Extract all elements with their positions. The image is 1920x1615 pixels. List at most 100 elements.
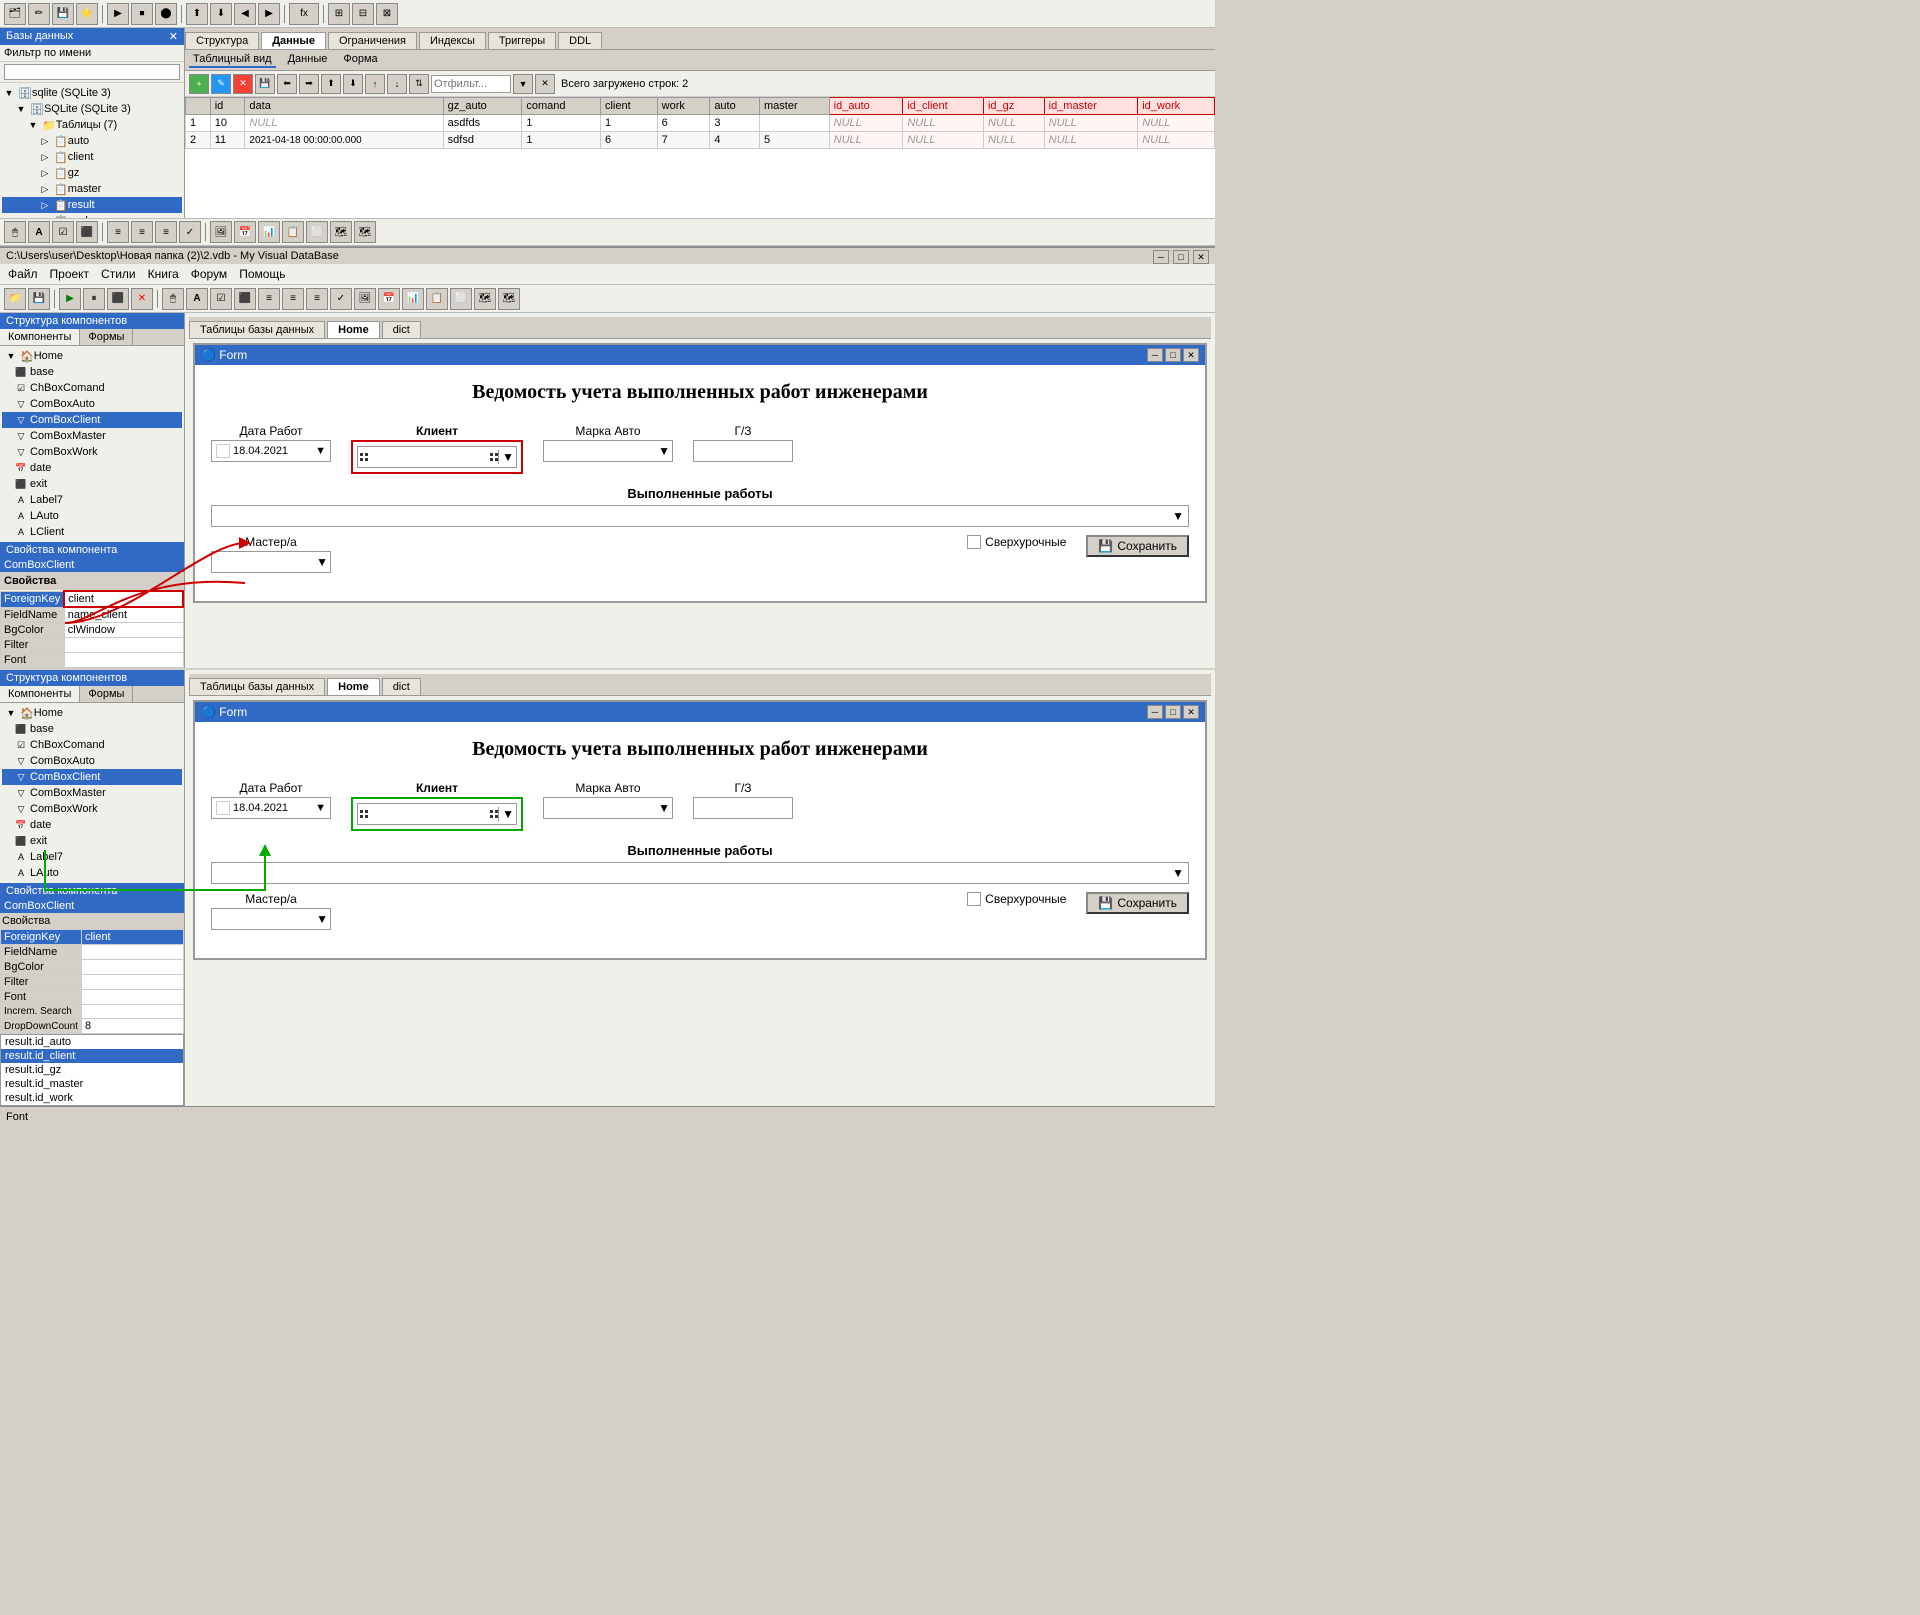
win-minimize-1[interactable]: ─ bbox=[1153, 250, 1169, 264]
btb-stop[interactable]: ⬛ bbox=[107, 288, 129, 310]
tb-btn-1[interactable]: 🗂 bbox=[4, 3, 26, 25]
comp-tree-combclient-1[interactable]: ▽ ComBoxClient bbox=[2, 412, 182, 428]
btb-map1[interactable]: 🗺 bbox=[474, 288, 496, 310]
works-combo-arrow-1[interactable]: ▼ bbox=[1172, 509, 1188, 523]
cell-work-2[interactable]: 7 bbox=[657, 132, 710, 149]
tree-client[interactable]: ▷ 📋 client bbox=[2, 149, 182, 165]
col-header-id_work[interactable]: id_work bbox=[1138, 98, 1215, 115]
btb-map2[interactable]: 🗺 bbox=[498, 288, 520, 310]
master-combo-arrow-2[interactable]: ▼ bbox=[316, 912, 328, 926]
cell-id_work-1[interactable]: NULL bbox=[1138, 115, 1215, 132]
btb-cal[interactable]: 📅 bbox=[378, 288, 400, 310]
form-tb-11[interactable]: 📋 bbox=[282, 221, 304, 243]
comp-tree-lclient-1[interactable]: A LClient bbox=[2, 524, 182, 540]
comp-tree-chbox-1[interactable]: ☑ ChBoxComand bbox=[2, 380, 182, 396]
grid-save-btn[interactable]: 💾 bbox=[255, 74, 275, 94]
tree-gz[interactable]: ▷ 📋 gz bbox=[2, 165, 182, 181]
comp-tree-combclient-2[interactable]: ▽ ComBoxClient bbox=[2, 769, 182, 785]
cell-id_gz-2[interactable]: NULL bbox=[983, 132, 1044, 149]
form-master-combo-1[interactable]: ▼ bbox=[211, 551, 331, 573]
dropdown-item-id_work[interactable]: result.id_work bbox=[1, 1091, 183, 1105]
cell-id_client-2[interactable]: NULL bbox=[903, 132, 984, 149]
prop-value-fn-2[interactable] bbox=[81, 945, 183, 960]
form-tb-12[interactable]: ⬜ bbox=[306, 221, 328, 243]
btb-check2[interactable]: ✓ bbox=[330, 288, 352, 310]
form-gz-input-2[interactable] bbox=[693, 797, 793, 819]
form-tb-1[interactable]: 🖱 bbox=[4, 221, 26, 243]
prop-value-increm-2[interactable] bbox=[81, 1005, 183, 1019]
cell-client-2[interactable]: 6 bbox=[600, 132, 657, 149]
form-min-1[interactable]: ─ bbox=[1147, 348, 1163, 362]
btb-save[interactable]: 💾 bbox=[28, 288, 50, 310]
grid-btn-d[interactable]: ⬇ bbox=[343, 74, 363, 94]
form-tb-3[interactable]: ⬛ bbox=[76, 221, 98, 243]
btb-box[interactable]: ⬜ bbox=[450, 288, 472, 310]
form-tb-9[interactable]: 📅 bbox=[234, 221, 256, 243]
dropdown-item-id_gz[interactable]: result.id_gz bbox=[1, 1063, 183, 1077]
tb-btn-grid[interactable]: ⊞ bbox=[328, 3, 350, 25]
btb-align2[interactable]: ≡ bbox=[282, 288, 304, 310]
comp-tab-forms-1[interactable]: Формы bbox=[80, 329, 133, 345]
form-max-1[interactable]: □ bbox=[1165, 348, 1181, 362]
grid-btn-sort[interactable]: ⇅ bbox=[409, 74, 429, 94]
prop-value-font-2[interactable] bbox=[81, 990, 183, 1005]
form-auto-combo-1[interactable]: ▼ bbox=[543, 440, 673, 462]
comp-tree-lauto-1[interactable]: A LAuto bbox=[2, 508, 182, 524]
comp-tree-combwork-2[interactable]: ▽ ComBoxWork bbox=[2, 801, 182, 817]
tab-indexes[interactable]: Индексы bbox=[419, 32, 486, 49]
grid-filter-btn[interactable]: ▼ bbox=[513, 74, 533, 94]
grid-add-btn[interactable]: + bbox=[189, 74, 209, 94]
tb-btn-3[interactable]: 💾 bbox=[52, 3, 74, 25]
auto-combo-arrow-1[interactable]: ▼ bbox=[658, 444, 670, 458]
grid-btn-f[interactable]: ↓ bbox=[387, 74, 407, 94]
col-header-work[interactable]: work bbox=[657, 98, 710, 115]
tab-restrictions[interactable]: Ограничения bbox=[328, 32, 417, 49]
col-header-auto[interactable]: auto bbox=[710, 98, 760, 115]
cell-id_client-1[interactable]: NULL bbox=[903, 115, 984, 132]
grid-btn-a[interactable]: ⬅ bbox=[277, 74, 297, 94]
dropdown-item-id_master[interactable]: result.id_master bbox=[1, 1077, 183, 1091]
comp-tree-exit-1[interactable]: ⬛ exit bbox=[2, 476, 182, 492]
tb-btn-12[interactable]: ⊟ bbox=[352, 3, 374, 25]
comp-tree-combauto-1[interactable]: ▽ ComBoxAuto bbox=[2, 396, 182, 412]
cell-gz_auto-1[interactable]: asdfds bbox=[443, 115, 522, 132]
cell-id_gz-1[interactable]: NULL bbox=[983, 115, 1044, 132]
comp-tree-base-1[interactable]: ⬛ base bbox=[2, 364, 182, 380]
comp-tab-components-2[interactable]: Компоненты bbox=[0, 686, 80, 702]
comp-tree-chbox-2[interactable]: ☑ ChBoxComand bbox=[2, 737, 182, 753]
form-save-btn-2[interactable]: 💾 Сохранить bbox=[1086, 892, 1189, 914]
tree-sqlite3[interactable]: ▼ 🗄 SQLite (SQLite 3) bbox=[2, 101, 182, 117]
tb-btn-8[interactable]: ⬆ bbox=[186, 3, 208, 25]
prop-value-fn-1[interactable]: name_client bbox=[64, 607, 183, 623]
tb-btn-fx[interactable]: fx bbox=[289, 3, 319, 25]
cell-id_master-2[interactable]: NULL bbox=[1044, 132, 1138, 149]
comp-tree-date-1[interactable]: 📅 date bbox=[2, 460, 182, 476]
col-header-gz_auto[interactable]: gz_auto bbox=[443, 98, 522, 115]
btb-img[interactable]: 🖼 bbox=[354, 288, 376, 310]
grid-filter-clear[interactable]: ✕ bbox=[535, 74, 555, 94]
col-header-data[interactable]: data bbox=[245, 98, 443, 115]
tab-triggers[interactable]: Триггеры bbox=[488, 32, 556, 49]
auto-combo-arrow-2[interactable]: ▼ bbox=[658, 801, 670, 815]
win-maximize-1[interactable]: □ bbox=[1173, 250, 1189, 264]
overtime-checkbox-2[interactable] bbox=[967, 892, 981, 906]
btb-1[interactable]: 📁 bbox=[4, 288, 26, 310]
db-filter-input[interactable] bbox=[4, 64, 180, 80]
prop-value-font-1[interactable] bbox=[64, 653, 183, 668]
tb-btn-4[interactable]: ⭐ bbox=[76, 3, 98, 25]
cell-data-2[interactable]: 2021-04-18 00:00:00.000 bbox=[245, 132, 443, 149]
comp-tree-lauto-2[interactable]: A LAuto bbox=[2, 865, 182, 881]
comp-tree-combwork-1[interactable]: ▽ ComBoxWork bbox=[2, 444, 182, 460]
col-header-id_client[interactable]: id_client bbox=[903, 98, 984, 115]
comp-tab-components-1[interactable]: Компоненты bbox=[0, 329, 80, 345]
form-tb-4[interactable]: ≡ bbox=[107, 221, 129, 243]
form-date-input-2[interactable]: 18.04.2021 ▼ bbox=[211, 797, 331, 819]
grid-btn-e[interactable]: ↑ bbox=[365, 74, 385, 94]
cell-comand-1[interactable]: 1 bbox=[522, 115, 601, 132]
tb-btn-2[interactable]: ✏ bbox=[28, 3, 50, 25]
btb-run[interactable]: ▶ bbox=[59, 288, 81, 310]
menu-help-1[interactable]: Помощь bbox=[235, 266, 289, 282]
form-works-combo-2[interactable]: ▼ bbox=[211, 862, 1189, 884]
cell-comand-2[interactable]: 1 bbox=[522, 132, 601, 149]
form-tb-5[interactable]: ≡ bbox=[131, 221, 153, 243]
